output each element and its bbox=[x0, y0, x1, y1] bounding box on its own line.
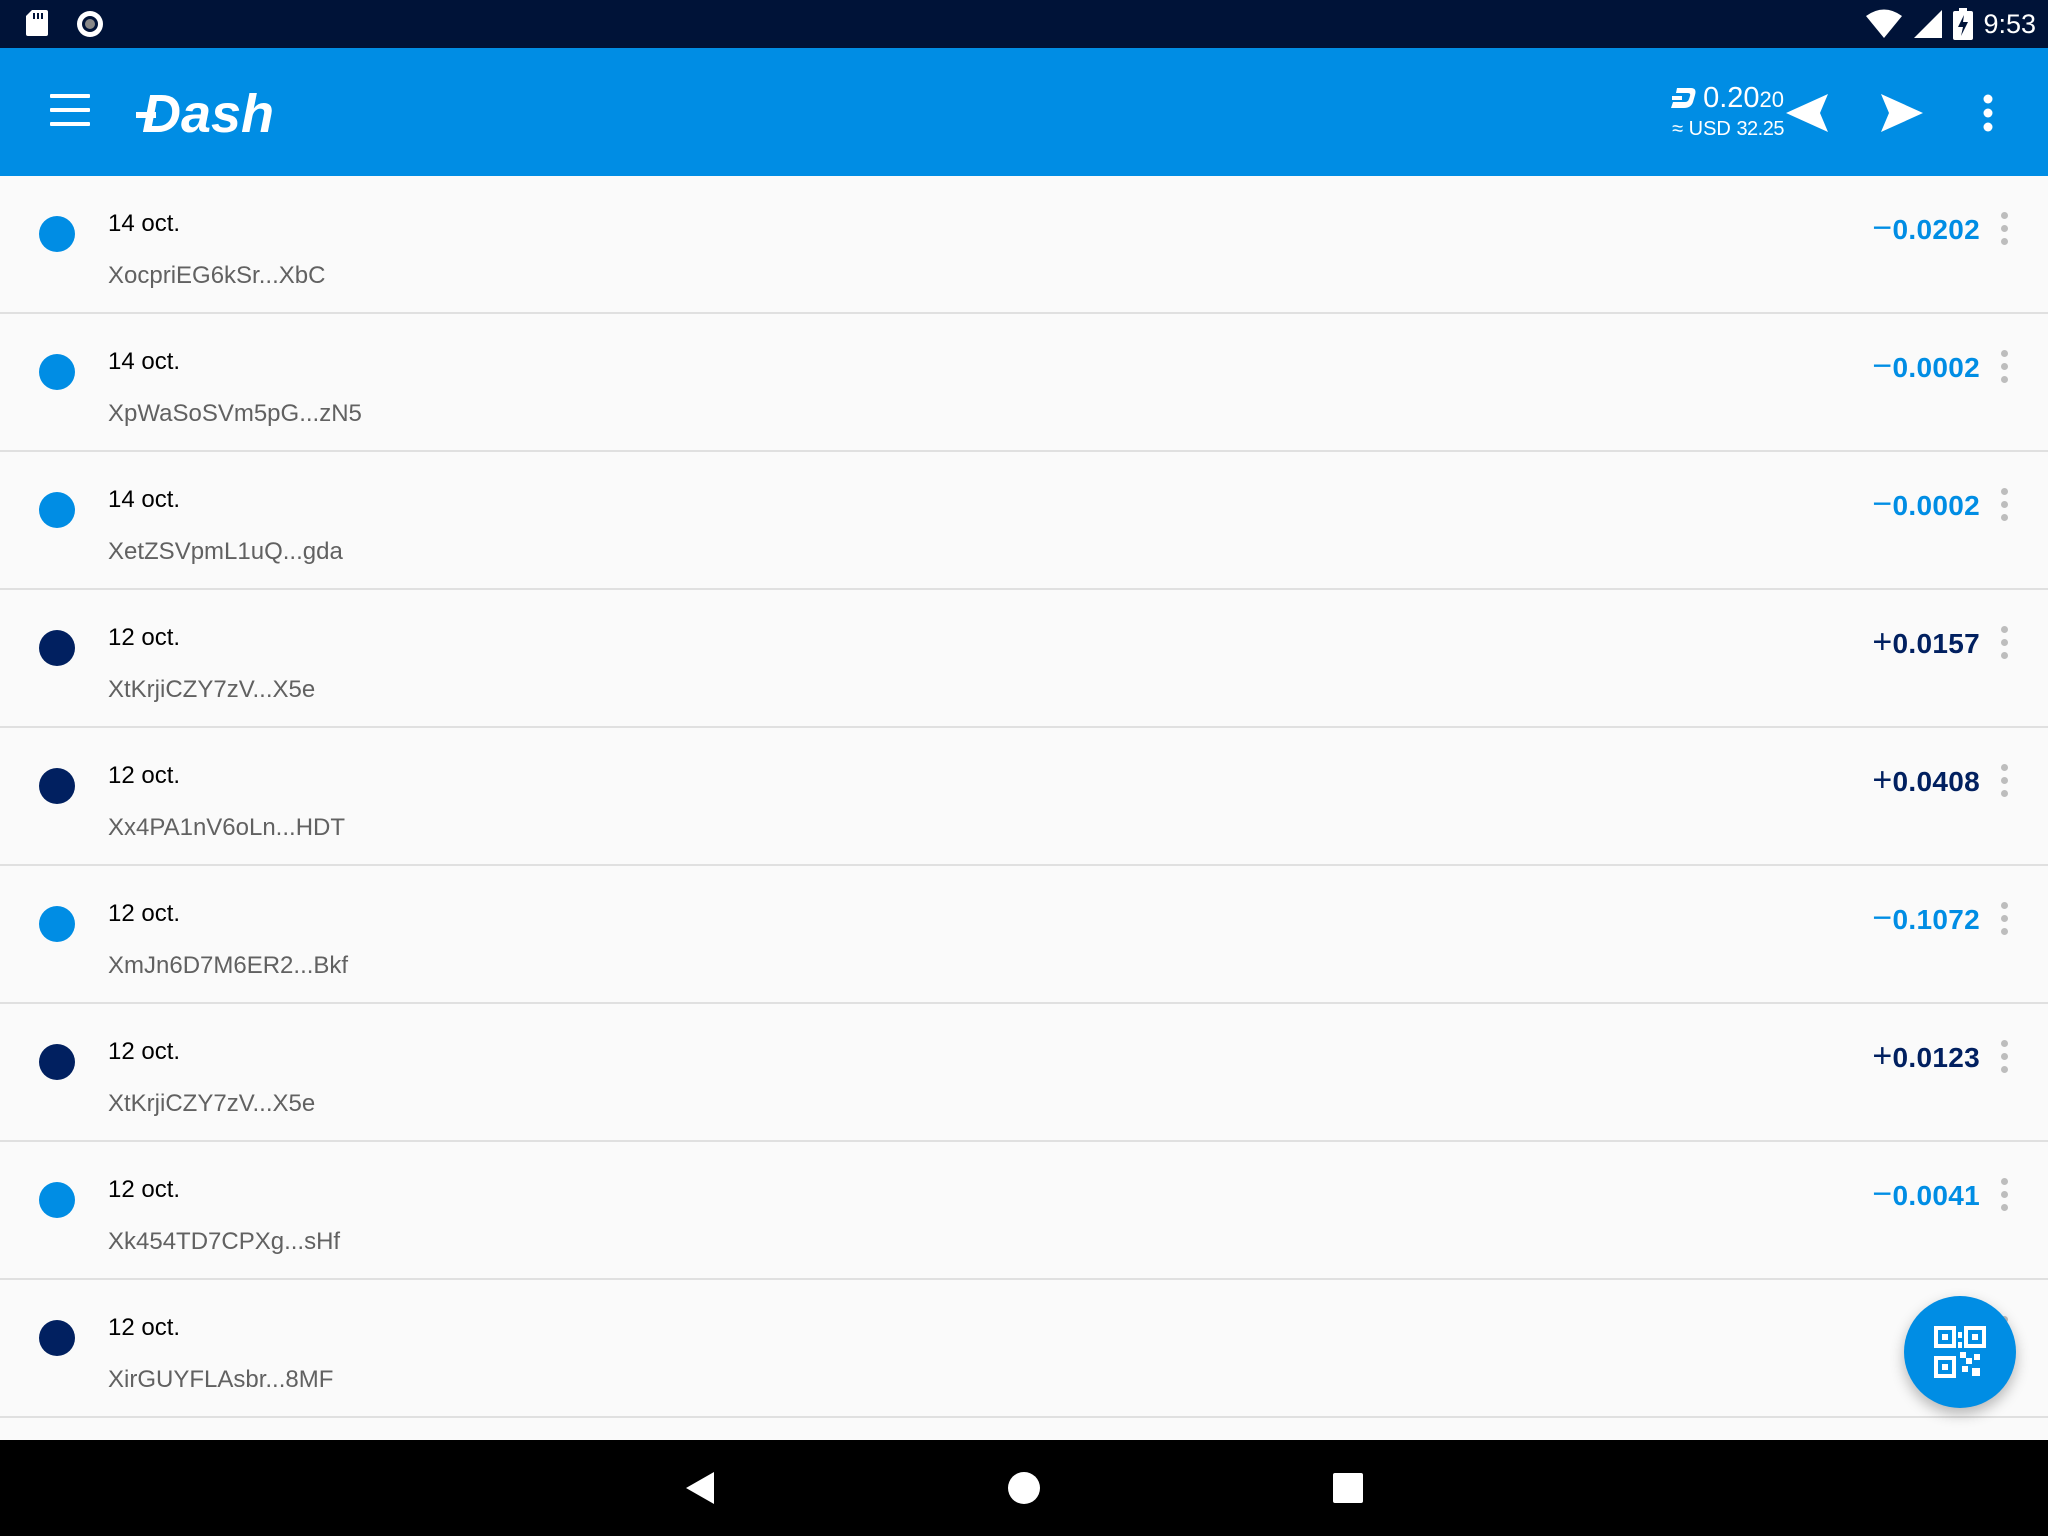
transaction-more-icon[interactable] bbox=[1996, 212, 2012, 252]
transaction-value: 0.0041 bbox=[1892, 1180, 1980, 1211]
transaction-address: XtKrjiCZY7zV...X5e bbox=[108, 676, 316, 703]
dash-currency-icon bbox=[1671, 88, 1696, 108]
transaction-date: 12 oct. bbox=[108, 1314, 181, 1341]
transaction-amount: +0.0157 bbox=[1872, 623, 1980, 662]
transaction-value: 0.0408 bbox=[1892, 766, 1980, 797]
transaction-amount: +0.0408 bbox=[1872, 761, 1980, 800]
transaction-more-icon[interactable] bbox=[1996, 764, 2012, 804]
app-bar: Dash 0.2020 ≈ USD 32.25 bbox=[0, 48, 2048, 176]
transaction-address: Xk454TD7CPXg...sHf bbox=[108, 1228, 341, 1255]
transaction-row[interactable]: 12 oct. XmJn6D7M6ER2...Bkf −0.1072 bbox=[0, 866, 2048, 1004]
transaction-more-icon[interactable] bbox=[1996, 1040, 2012, 1080]
record-icon bbox=[77, 11, 103, 37]
transaction-address: XmJn6D7M6ER2...Bkf bbox=[108, 952, 349, 979]
transaction-row[interactable]: 14 oct. XetZSVpmL1uQ...gda −0.0002 bbox=[0, 452, 2048, 590]
balance-amount-small-digits: 20 bbox=[1759, 86, 1784, 112]
transaction-date: 14 oct. bbox=[108, 486, 181, 513]
wallet-balance[interactable]: 0.2020 ≈ USD 32.25 bbox=[1669, 80, 1784, 141]
transaction-value: 0.1072 bbox=[1892, 904, 1980, 935]
transaction-address: XtKrjiCZY7zV...X5e bbox=[108, 1090, 316, 1117]
fiat-prefix: ≈ USD bbox=[1672, 118, 1731, 140]
qr-code-icon bbox=[1934, 1326, 1986, 1378]
transaction-value: 0.0202 bbox=[1892, 214, 1980, 245]
menu-button[interactable] bbox=[50, 94, 90, 130]
transaction-amount: −0.0002 bbox=[1872, 485, 1980, 524]
wifi-icon bbox=[1866, 9, 1903, 38]
fiat-value: 32.25 bbox=[1736, 118, 1784, 140]
system-navigation-bar bbox=[0, 1440, 2048, 1536]
clock: 9:53 bbox=[1983, 8, 2036, 39]
transaction-amount: −0.0041 bbox=[1872, 1175, 1980, 1214]
transaction-status-dot bbox=[39, 492, 75, 528]
transaction-row[interactable]: 14 oct. XocpriEG6kSr...XbC −0.0202 bbox=[0, 176, 2048, 314]
home-icon[interactable] bbox=[1000, 1464, 1048, 1512]
send-button[interactable] bbox=[1877, 88, 1927, 138]
transaction-sign: + bbox=[1872, 623, 1893, 661]
back-icon[interactable] bbox=[676, 1464, 724, 1512]
transaction-date: 12 oct. bbox=[108, 624, 181, 651]
transaction-status-dot bbox=[39, 1044, 75, 1080]
transaction-sign: + bbox=[1872, 1037, 1893, 1075]
overflow-menu-button[interactable] bbox=[1972, 88, 2004, 138]
transaction-status-dot bbox=[39, 354, 75, 390]
transaction-sign: − bbox=[1872, 899, 1893, 937]
transaction-amount: −0.0002 bbox=[1872, 347, 1980, 386]
transaction-more-icon[interactable] bbox=[1996, 626, 2012, 666]
transaction-status-dot bbox=[39, 1320, 75, 1356]
battery-charging-icon bbox=[1953, 8, 1974, 40]
transaction-status-dot bbox=[39, 216, 75, 252]
transaction-date: 14 oct. bbox=[108, 210, 181, 237]
transaction-amount: −0.0202 bbox=[1872, 209, 1980, 248]
transaction-more-icon[interactable] bbox=[1996, 488, 2012, 528]
transaction-sign: + bbox=[1872, 761, 1893, 799]
transaction-row[interactable]: 12 oct. XtKrjiCZY7zV...X5e +0.0157 bbox=[0, 590, 2048, 728]
transaction-more-icon[interactable] bbox=[1996, 902, 2012, 942]
overview-icon[interactable] bbox=[1324, 1464, 1372, 1512]
transaction-sign: − bbox=[1872, 209, 1893, 247]
transaction-address: XocpriEG6kSr...XbC bbox=[108, 262, 326, 289]
transaction-status-dot bbox=[39, 768, 75, 804]
transaction-address: XetZSVpmL1uQ...gda bbox=[108, 538, 343, 565]
transaction-value: 0.0157 bbox=[1892, 628, 1980, 659]
transaction-row[interactable]: 14 oct. XpWaSoSVm5pG...zN5 −0.0002 bbox=[0, 314, 2048, 452]
transaction-value: 0.0123 bbox=[1892, 1042, 1980, 1073]
transaction-row[interactable]: 12 oct. XirGUYFLAsbr...8MF +0 bbox=[0, 1280, 2048, 1418]
transaction-list: 14 oct. XocpriEG6kSr...XbC −0.0202 14 oc… bbox=[0, 176, 2048, 1440]
transaction-status-dot bbox=[39, 906, 75, 942]
transaction-date: 14 oct. bbox=[108, 348, 181, 375]
transaction-status-dot bbox=[39, 630, 75, 666]
balance-fiat: ≈ USD 32.25 bbox=[1669, 118, 1784, 141]
transaction-value: 0.0002 bbox=[1892, 352, 1980, 383]
transaction-date: 12 oct. bbox=[108, 1038, 181, 1065]
transaction-row[interactable]: 12 oct. Xk454TD7CPXg...sHf −0.0041 bbox=[0, 1142, 2048, 1280]
transaction-amount: +0.0123 bbox=[1872, 1037, 1980, 1076]
transaction-row[interactable]: 12 oct. Xx4PA1nV6oLn...HDT +0.0408 bbox=[0, 728, 2048, 866]
transaction-value: 0.0002 bbox=[1892, 490, 1980, 521]
transaction-status-dot bbox=[39, 1182, 75, 1218]
transaction-more-icon[interactable] bbox=[1996, 350, 2012, 390]
receive-button[interactable] bbox=[1782, 88, 1832, 138]
scan-qr-button[interactable] bbox=[1904, 1296, 2016, 1408]
transaction-date: 12 oct. bbox=[108, 900, 181, 927]
transaction-more-icon[interactable] bbox=[1996, 1178, 2012, 1218]
transaction-row[interactable]: 12 oct. XtKrjiCZY7zV...X5e +0.0123 bbox=[0, 1004, 2048, 1142]
transaction-date: 12 oct. bbox=[108, 762, 181, 789]
transaction-sign: − bbox=[1872, 485, 1893, 523]
svg-text:Dash: Dash bbox=[142, 84, 274, 142]
transaction-sign: − bbox=[1872, 347, 1893, 385]
transaction-address: XirGUYFLAsbr...8MF bbox=[108, 1366, 334, 1393]
transaction-sign: − bbox=[1872, 1175, 1893, 1213]
cell-signal-icon bbox=[1914, 10, 1943, 38]
transaction-address: Xx4PA1nV6oLn...HDT bbox=[108, 814, 346, 841]
dash-logo: Dash bbox=[136, 84, 274, 142]
transaction-amount: −0.1072 bbox=[1872, 899, 1980, 938]
status-bar: 9:53 bbox=[0, 0, 2048, 48]
balance-amount: 0.20 bbox=[1703, 81, 1760, 114]
sd-card-icon bbox=[26, 10, 48, 36]
transaction-address: XpWaSoSVm5pG...zN5 bbox=[108, 400, 362, 427]
transaction-date: 12 oct. bbox=[108, 1176, 181, 1203]
